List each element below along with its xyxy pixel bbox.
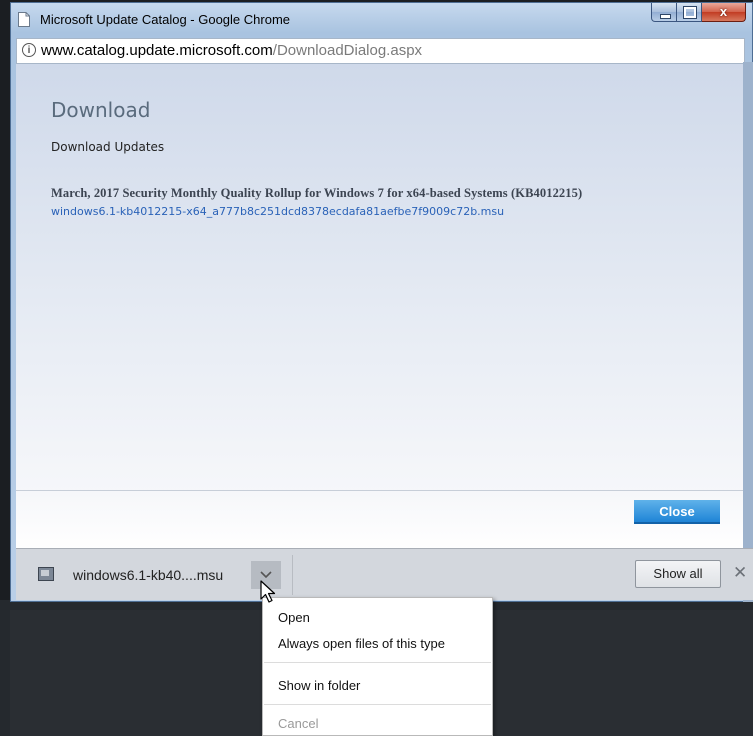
close-button[interactable]: Close xyxy=(634,500,720,524)
title-bar[interactable]: Microsoft Update Catalog - Google Chrome… xyxy=(11,3,752,39)
chevron-down-icon xyxy=(260,571,272,579)
download-dialog: Download Download Updates March, 2017 Se… xyxy=(16,64,745,550)
url-domain: www.catalog.update.microsoft.com xyxy=(41,42,273,59)
dialog-subheading: Download Updates xyxy=(51,140,165,154)
menu-item-always-open[interactable]: Always open files of this type xyxy=(278,636,445,651)
menu-item-open[interactable]: Open xyxy=(278,610,310,625)
window-title: Microsoft Update Catalog - Google Chrome xyxy=(40,12,291,27)
menu-separator xyxy=(264,662,491,663)
window-close-button[interactable]: x xyxy=(702,3,746,22)
msu-file-icon xyxy=(38,567,54,581)
address-bar[interactable]: i www.catalog.update.microsoft.com/Downl… xyxy=(16,38,745,64)
desktop-left-edge xyxy=(0,0,10,600)
show-all-button[interactable]: Show all xyxy=(635,560,721,588)
info-icon[interactable]: i xyxy=(22,43,36,57)
download-context-menu: Open Always open files of this type Show… xyxy=(262,597,493,736)
window-controls: x xyxy=(651,3,746,24)
url-path: /DownloadDialog.aspx xyxy=(272,42,423,59)
download-bar: windows6.1-kb40....msu Show all ✕ xyxy=(16,548,753,600)
menu-separator xyxy=(264,704,491,705)
update-download-link[interactable]: windows6.1-kb4012215-x64_a777b8c251dcd83… xyxy=(51,205,504,218)
download-bar-close-button[interactable]: ✕ xyxy=(733,563,747,583)
window-right-edge xyxy=(743,62,753,602)
menu-item-show-in-folder[interactable]: Show in folder xyxy=(278,678,360,693)
download-separator xyxy=(292,555,293,595)
maximize-icon xyxy=(683,6,697,19)
update-title: March, 2017 Security Monthly Quality Rol… xyxy=(51,186,583,200)
dialog-footer-divider xyxy=(16,490,745,491)
url-text[interactable]: www.catalog.update.microsoft.com/Downloa… xyxy=(41,42,422,59)
close-icon: x xyxy=(719,4,728,19)
page-icon xyxy=(18,12,30,27)
minimize-button[interactable] xyxy=(651,3,677,22)
dialog-heading: Download xyxy=(51,98,151,122)
mouse-cursor-icon xyxy=(260,580,276,603)
maximize-button[interactable] xyxy=(677,3,702,22)
download-filename[interactable]: windows6.1-kb40....msu xyxy=(73,567,223,583)
minimize-icon xyxy=(660,14,671,19)
menu-item-cancel: Cancel xyxy=(278,716,319,731)
